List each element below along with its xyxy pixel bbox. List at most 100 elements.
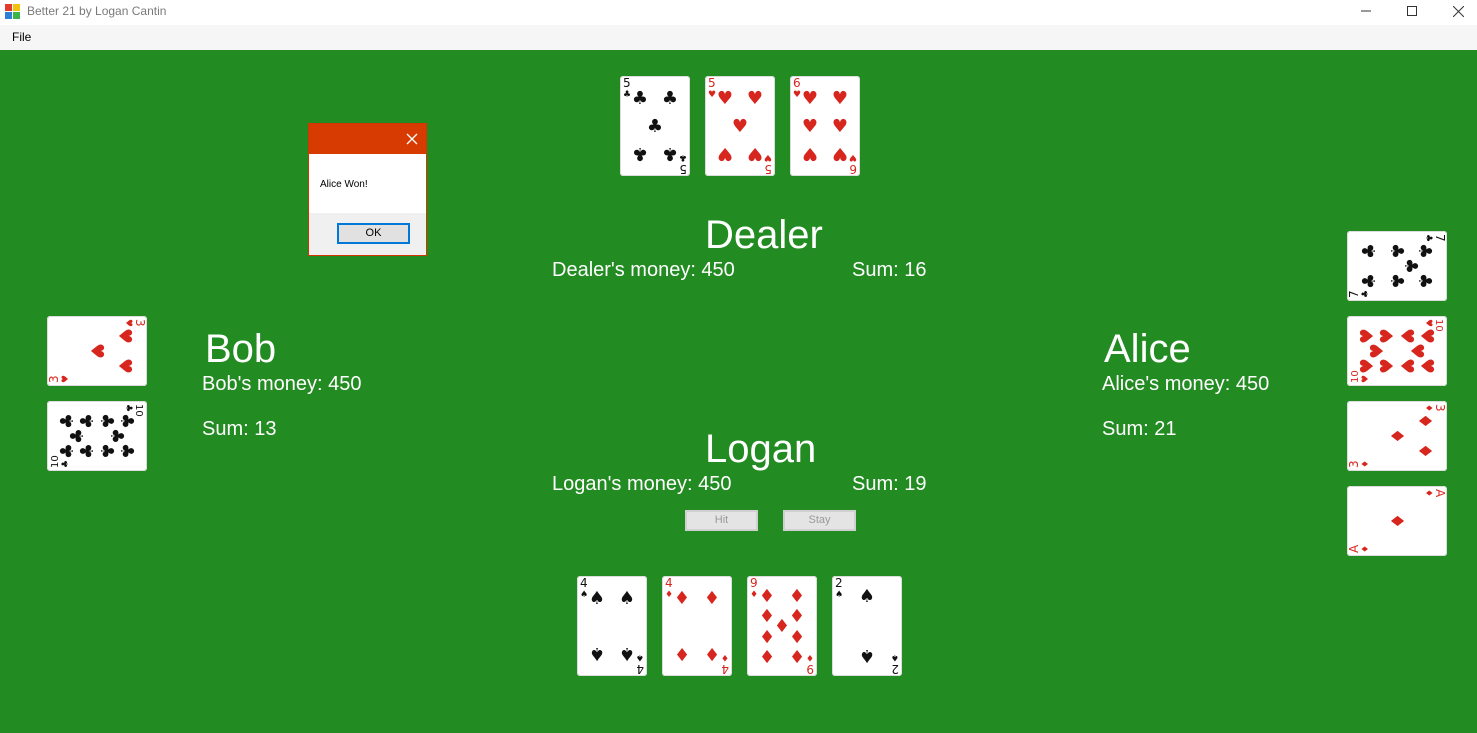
- card-pip: ♥: [1367, 343, 1388, 359]
- bob-card: 3 ♥ 3 ♥ ♥ ♥ ♥: [47, 316, 147, 386]
- close-icon[interactable]: [404, 131, 420, 147]
- dialog-footer: OK: [309, 213, 426, 255]
- card-rank: 4: [636, 662, 644, 676]
- card-suit-index: ♥: [708, 90, 716, 100]
- card-suit-index: ♥: [764, 152, 772, 162]
- card-pip: ♣: [116, 413, 137, 429]
- card-pip: ♣: [106, 428, 127, 444]
- dealer-money: Dealer's money: 450: [552, 259, 735, 281]
- card-pip: ♥: [114, 328, 135, 344]
- card-suit-index: ♥: [61, 375, 71, 383]
- dealer-card: 5 ♣ 5 ♣ ♣ ♣ ♣ ♣ ♣: [620, 76, 690, 176]
- card-rank: 5: [679, 162, 687, 176]
- card-rank: 4: [665, 576, 673, 590]
- bob-sum: Sum: 13: [202, 418, 277, 440]
- card-suit-index: ♦: [721, 652, 729, 662]
- dealer-sum: Sum: 16: [852, 259, 927, 281]
- card-pip: ♥: [1357, 358, 1378, 374]
- card-pip: ♦: [704, 588, 720, 609]
- card-pip: ♦: [789, 645, 805, 666]
- dialog-body: Alice Won!: [309, 154, 426, 213]
- app-icon: [5, 4, 21, 20]
- card-pip: ♣: [57, 413, 78, 429]
- card-pip: ♥: [717, 143, 733, 164]
- card-pip: ♦: [789, 625, 805, 646]
- hit-button[interactable]: Hit: [685, 510, 758, 531]
- card-rank: 3: [1433, 404, 1447, 412]
- card-pip: ♣: [1359, 273, 1380, 289]
- card-pip: ♣: [96, 443, 117, 459]
- card-pip: ♥: [1357, 328, 1378, 344]
- card-pip: ♥: [1396, 328, 1417, 344]
- card-pip: ♥: [86, 343, 107, 359]
- dealer-card: 5 ♥ 5 ♥ ♥ ♥ ♥ ♥ ♥: [705, 76, 775, 176]
- card-rank: 2: [835, 576, 843, 590]
- maximize-button[interactable]: [1389, 0, 1435, 22]
- card-pip: ♥: [832, 116, 848, 137]
- card-pip: ♦: [704, 643, 720, 664]
- minimize-button[interactable]: [1343, 0, 1389, 22]
- bob-money: Bob's money: 450: [202, 373, 362, 395]
- card-suit-index: ♥: [123, 319, 133, 327]
- card-rank: 9: [806, 662, 814, 676]
- ok-button[interactable]: OK: [337, 223, 410, 244]
- bob-card: 10 ♣ 10 ♣ ♣ ♣ ♣ ♣ ♣ ♣ ♣ ♣ ♣ ♣: [47, 401, 147, 471]
- card-suit-index: ♠: [636, 652, 644, 662]
- menu-file[interactable]: File: [4, 28, 39, 46]
- card-suit-index: ♣: [623, 90, 631, 100]
- card-pip: ♠: [859, 586, 875, 607]
- card-rank: 3: [1347, 460, 1361, 468]
- alice-card: 3 ♦ 3 ♦ ♦ ♦ ♦: [1347, 401, 1447, 471]
- card-rank: 5: [623, 76, 631, 90]
- alice-name: Alice: [1104, 327, 1191, 371]
- card-pip: ♣: [1414, 273, 1435, 289]
- card-pip: ♥: [1396, 358, 1417, 374]
- maximize-icon: [1407, 6, 1417, 16]
- card-pip: ♦: [674, 643, 690, 664]
- card-pip: ♥: [802, 116, 818, 137]
- card-pip: ♦: [1386, 428, 1407, 444]
- card-suit-index: ♥: [849, 152, 857, 162]
- card-rank: 2: [891, 662, 899, 676]
- card-pip: ♦: [1414, 413, 1435, 429]
- card-pip: ♥: [732, 116, 748, 137]
- card-pip: ♣: [1359, 243, 1380, 259]
- stay-button[interactable]: Stay: [783, 510, 856, 531]
- card-suit-index: ♥: [1361, 375, 1371, 383]
- card-pip: ♣: [632, 143, 648, 164]
- card-pip: ♣: [1386, 243, 1407, 259]
- card-rank: A: [1347, 544, 1361, 553]
- card-pip: ♠: [859, 645, 875, 666]
- card-pip: ♦: [759, 625, 775, 646]
- card-pip: ♦: [789, 586, 805, 607]
- card-pip: ♣: [1386, 273, 1407, 289]
- card-pip: ♥: [747, 88, 763, 109]
- card-rank: 4: [721, 662, 729, 676]
- logan-card: 9 ♦ 9 ♦ ♦ ♦ ♦ ♦ ♦ ♦ ♦ ♦ ♦: [747, 576, 817, 676]
- card-suit-index: ♣: [1423, 234, 1433, 242]
- card-suit-index: ♥: [1423, 319, 1433, 327]
- card-pip: ♥: [1416, 328, 1437, 344]
- card-rank: 7: [1347, 290, 1361, 298]
- menu-bar: File: [0, 25, 1477, 50]
- card-rank: 6: [793, 76, 801, 90]
- card-suit-index: ♦: [1361, 460, 1371, 468]
- logan-card: 4 ♦ 4 ♦ ♦ ♦ ♦ ♦: [662, 576, 732, 676]
- alice-sum: Sum: 21: [1102, 418, 1177, 440]
- card-pip: ♣: [57, 443, 78, 459]
- card-rank: 6: [849, 162, 857, 176]
- card-pip: ♥: [832, 143, 848, 164]
- card-pip: ♥: [832, 88, 848, 109]
- card-suit-index: ♥: [793, 90, 801, 100]
- card-pip: ♥: [1406, 343, 1427, 359]
- card-pip: ♣: [662, 143, 678, 164]
- card-pip: ♣: [1414, 243, 1435, 259]
- card-suit-index: ♣: [1361, 290, 1371, 298]
- card-pip: ♥: [1416, 358, 1437, 374]
- card-pip: ♠: [619, 643, 635, 664]
- card-pip: ♦: [789, 606, 805, 627]
- card-rank: 5: [708, 76, 716, 90]
- close-button[interactable]: [1435, 0, 1477, 22]
- card-pip: ♦: [1386, 513, 1407, 529]
- card-suit-index: ♣: [123, 404, 133, 412]
